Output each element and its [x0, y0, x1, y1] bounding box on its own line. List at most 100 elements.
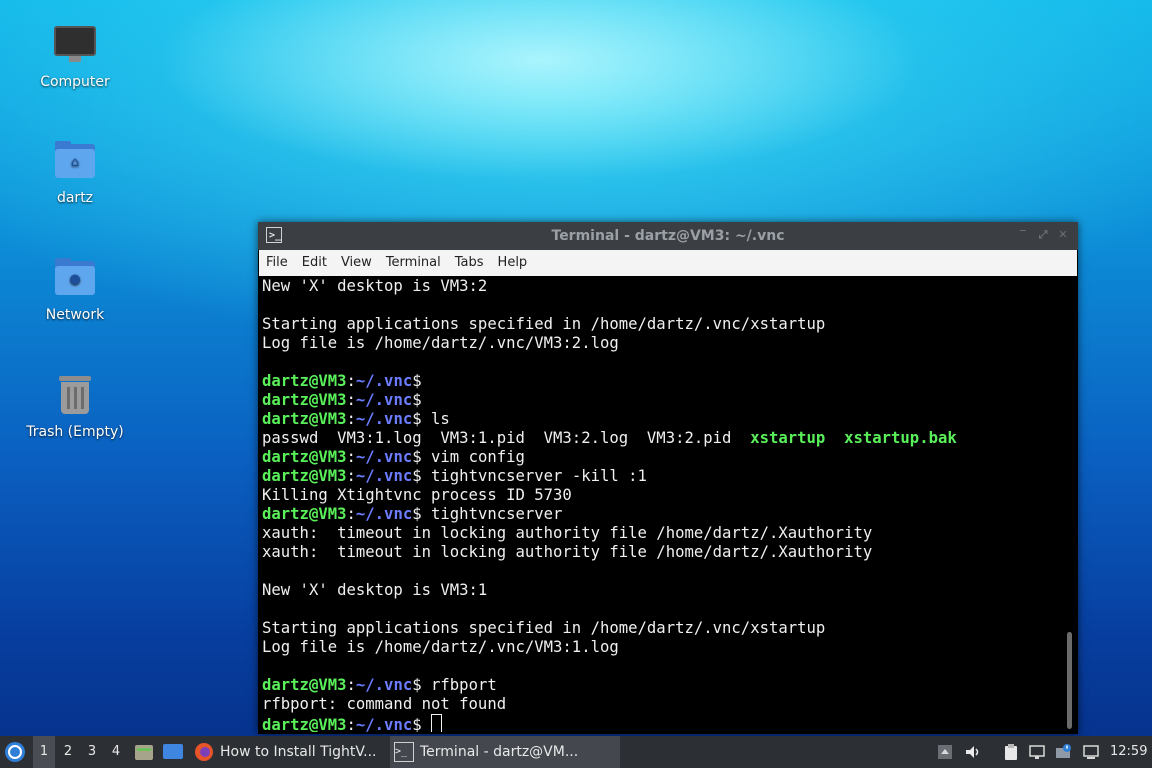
prompt-separator: : — [346, 505, 356, 523]
menu-file[interactable]: File — [259, 250, 295, 270]
network-tray-icon[interactable] — [1028, 743, 1046, 761]
workspace-2[interactable]: 2 — [57, 736, 79, 768]
terminal-line: Log file is /home/dartz/.vnc/VM3:2.log — [262, 334, 1062, 353]
prompt-separator: : — [346, 410, 356, 428]
prompt-symbol: $ — [412, 391, 422, 409]
prompt-user: dartz@VM3 — [262, 372, 347, 390]
clock[interactable]: 12:59 — [1110, 736, 1150, 768]
lubuntu-logo-icon — [5, 742, 25, 762]
output-text: Starting applications specified in /home… — [262, 315, 826, 333]
terminal-line: xauth: timeout in locking authority file… — [262, 543, 1062, 562]
update-notifier-icon[interactable] — [1054, 743, 1072, 761]
desktop-icon-computer[interactable]: Computer — [20, 22, 130, 90]
terminal-line: Starting applications specified in /home… — [262, 619, 1062, 638]
desktop-icon-network[interactable]: ● Network — [20, 255, 130, 323]
prompt-user: dartz@VM3 — [262, 410, 347, 428]
clipboard-icon[interactable] — [1002, 743, 1020, 761]
output-text: xauth: timeout in locking authority file… — [262, 543, 873, 561]
network-folder-icon: ● — [51, 255, 99, 303]
prompt-symbol: $ — [412, 410, 422, 428]
desktop-icon — [163, 744, 183, 759]
output-text: Log file is /home/dartz/.vnc/VM3:2.log — [262, 334, 619, 352]
window-titlebar[interactable]: >_ Terminal - dartz@VM3: ~/.vnc ‾ ⤢ ✕ — [258, 222, 1078, 250]
minimize-button[interactable]: ‾ — [1016, 228, 1030, 242]
app-menu-button[interactable] — [4, 736, 30, 768]
desktop-icon-label: Trash (Empty) — [26, 424, 124, 440]
computer-icon — [51, 22, 99, 70]
command-text: tightvncserver -kill :1 — [421, 467, 647, 485]
menu-view[interactable]: View — [334, 250, 379, 270]
menubar: File Edit View Terminal Tabs Help — [259, 250, 1077, 276]
prompt-path: ~/.vnc — [355, 372, 413, 390]
tray-expand-icon[interactable] — [936, 743, 954, 761]
prompt-user: dartz@VM3 — [262, 676, 347, 694]
terminal-line: Log file is /home/dartz/.vnc/VM3:1.log — [262, 638, 1062, 657]
menu-help[interactable]: Help — [491, 250, 535, 270]
terminal-scrollbar[interactable] — [1062, 277, 1076, 732]
output-text: Killing Xtightvnc process ID 5730 — [262, 486, 572, 504]
taskbar: 1 2 3 4 How to Install TightV... >_ Term… — [0, 736, 1152, 768]
menu-terminal[interactable]: Terminal — [379, 250, 448, 270]
terminal-line: rfbport: command not found — [262, 695, 1062, 714]
terminal-output[interactable]: New 'X' desktop is VM3:2 Starting applica… — [260, 277, 1062, 732]
menu-edit[interactable]: Edit — [295, 250, 334, 270]
output-text: New 'X' desktop is VM3:2 — [262, 277, 488, 295]
file-manager-launcher[interactable] — [134, 736, 154, 768]
workspace-4[interactable]: 4 — [105, 736, 127, 768]
maximize-button[interactable]: ⤢ — [1036, 228, 1050, 242]
scrollbar-thumb[interactable] — [1067, 632, 1072, 729]
window-title: Terminal - dartz@VM3: ~/.vnc — [551, 228, 785, 244]
terminal-line: passwd VM3:1.log VM3:1.pid VM3:2.log VM3… — [262, 429, 1062, 448]
prompt-separator: : — [346, 372, 356, 390]
prompt-path: ~/.vnc — [355, 676, 413, 694]
terminal-line: dartz@VM3:~/.vnc$ vim config — [262, 448, 1062, 467]
prompt-separator: : — [346, 391, 356, 409]
task-label: Terminal - dartz@VM... — [420, 744, 579, 760]
workspace-3[interactable]: 3 — [81, 736, 103, 768]
terminal-line: dartz@VM3:~/.vnc$ rfbport — [262, 676, 1062, 695]
terminal-line: xauth: timeout in locking authority file… — [262, 524, 1062, 543]
task-firefox[interactable]: How to Install TightV... — [190, 736, 416, 768]
ls-output-executable: xstartup — [750, 429, 826, 447]
desktop-icon-home[interactable]: ⌂ dartz — [20, 138, 130, 206]
command-text: vim config — [421, 448, 525, 466]
terminal-line: dartz@VM3:~/.vnc$ — [262, 714, 1062, 732]
terminal-line: Starting applications specified in /home… — [262, 315, 1062, 334]
ls-output-executable: xstartup.bak — [844, 429, 957, 447]
terminal-line: dartz@VM3:~/.vnc$ — [262, 372, 1062, 391]
home-folder-icon: ⌂ — [51, 138, 99, 186]
close-button[interactable]: ✕ — [1056, 228, 1070, 242]
prompt-symbol: $ — [412, 716, 422, 732]
menu-tabs[interactable]: Tabs — [448, 250, 491, 270]
task-terminal[interactable]: >_ Terminal - dartz@VM... — [390, 736, 620, 768]
prompt-separator: : — [346, 716, 356, 732]
terminal-line: New 'X' desktop is VM3:1 — [262, 581, 1062, 600]
ls-output-plain: passwd VM3:1.log VM3:1.pid VM3:2.log VM3… — [262, 429, 751, 447]
terminal-line: dartz@VM3:~/.vnc$ — [262, 391, 1062, 410]
file-manager-icon — [135, 745, 153, 760]
prompt-symbol: $ — [412, 448, 422, 466]
desktop-icon-label: Computer — [40, 74, 110, 90]
terminal-window[interactable]: >_ Terminal - dartz@VM3: ~/.vnc ‾ ⤢ ✕ Fi… — [258, 222, 1078, 734]
prompt-path: ~/.vnc — [355, 448, 413, 466]
prompt-separator: : — [346, 448, 356, 466]
output-text: rfbport: command not found — [262, 695, 507, 713]
desktop-icon-label: dartz — [56, 190, 94, 206]
desktop-icon-label: Network — [45, 307, 105, 323]
text-cursor — [431, 714, 443, 732]
display-icon[interactable] — [1082, 743, 1100, 761]
prompt-path: ~/.vnc — [355, 391, 413, 409]
workspace-1[interactable]: 1 — [33, 736, 55, 768]
prompt-symbol: $ — [412, 372, 422, 390]
volume-icon[interactable] — [964, 743, 982, 761]
output-text: xauth: timeout in locking authority file… — [262, 524, 873, 542]
task-label: How to Install TightV... — [220, 744, 377, 760]
show-desktop-button[interactable] — [162, 736, 184, 768]
prompt-user: dartz@VM3 — [262, 448, 347, 466]
prompt-user: dartz@VM3 — [262, 505, 347, 523]
desktop-icon-trash[interactable]: Trash (Empty) — [20, 372, 130, 440]
